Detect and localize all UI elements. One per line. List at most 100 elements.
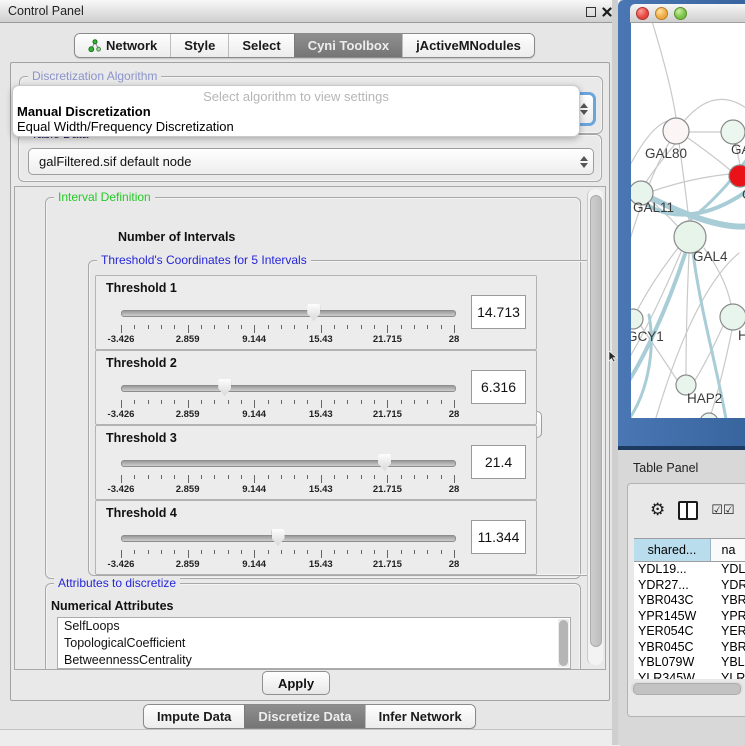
- svg-text:H: H: [738, 328, 745, 343]
- tab-impute-data[interactable]: Impute Data: [144, 705, 244, 728]
- threshold-slider[interactable]: -3.4262.8599.14415.4321.71528: [121, 454, 454, 488]
- svg-text:GA: GA: [731, 142, 745, 157]
- tab-label: Style: [184, 38, 215, 53]
- slider-handle-icon[interactable]: [272, 529, 285, 546]
- slider-ticks: [121, 475, 454, 483]
- threshold-label: Threshold 4: [106, 506, 177, 520]
- slider-track[interactable]: [121, 460, 456, 467]
- network-canvas[interactable]: GAL80GACGAL11GAL4GCY1HHAP2: [631, 23, 745, 418]
- combo-stepper-icon: [575, 156, 593, 168]
- gear-icon[interactable]: ⚙: [650, 500, 665, 520]
- table-data-select[interactable]: galFiltered.sif default node: [28, 148, 594, 175]
- float-window-button[interactable]: [584, 5, 597, 18]
- tab-network[interactable]: Network: [75, 34, 170, 57]
- slider-scale-labels: -3.4262.8599.14415.4321.71528: [121, 559, 454, 571]
- tab-jactivemnodules[interactable]: jActiveMNodules: [402, 34, 534, 57]
- threshold-value-field[interactable]: 21.4: [471, 445, 526, 479]
- control-panel: Control Panel Network Style Select Cyni Too…: [0, 0, 620, 745]
- column-header-name[interactable]: na: [711, 539, 745, 561]
- thresholds-group-title: Threshold's Coordinates for 5 Intervals: [97, 253, 311, 267]
- attribute-item[interactable]: TopologicalCoefficient: [58, 635, 570, 652]
- network-icon: [88, 39, 101, 52]
- table-row[interactable]: YLR345WYLR3: [634, 671, 745, 680]
- svg-text:GAL80: GAL80: [645, 146, 687, 161]
- table-toolbar: ⚙ ☑☑: [628, 484, 745, 536]
- table-row[interactable]: YBR045CYBR0: [634, 640, 745, 656]
- column-header-shared-name[interactable]: shared...: [634, 539, 711, 561]
- slider-track[interactable]: [121, 535, 456, 542]
- network-window-titlebar[interactable]: [630, 4, 745, 23]
- algorithm-option-manual[interactable]: Manual Discretization: [17, 104, 151, 119]
- node-table: shared... na YDL19...YDL1YDR27...YDR2YBR…: [634, 538, 745, 679]
- algorithm-placeholder-item[interactable]: Select algorithm to view settings: [13, 89, 579, 104]
- checkbox-checked-icon[interactable]: ☑: [723, 502, 735, 517]
- network-view-window: GAL80GACGAL11GAL4GCY1HHAP2: [618, 0, 745, 450]
- numerical-attributes-label: Numerical Attributes: [51, 599, 173, 613]
- numerical-attributes-list[interactable]: SelfLoopsTopologicalCoefficientBetweenne…: [57, 617, 571, 669]
- number-of-intervals-label: Number of Intervals: [118, 230, 235, 244]
- float-icon: [586, 7, 596, 17]
- settings-scrollbar[interactable]: [587, 189, 603, 665]
- tab-discretize-data[interactable]: Discretize Data: [244, 705, 364, 728]
- control-panel-title: Control Panel: [8, 4, 84, 18]
- attribute-items: SelfLoopsTopologicalCoefficientBetweenne…: [58, 618, 570, 669]
- table-header: shared... na: [634, 538, 745, 562]
- threshold-label: Threshold 1: [106, 281, 177, 295]
- slider-handle-icon[interactable]: [378, 454, 391, 471]
- threshold-row-1: Threshold 1 -3.4262.8599.14415.4321.71528…: [95, 275, 537, 350]
- table-row[interactable]: YPR145WYPR1: [634, 609, 745, 625]
- svg-text:HAP2: HAP2: [687, 391, 722, 406]
- table-hscrollbar[interactable]: [631, 682, 743, 694]
- checkbox-group: ☑☑: [711, 501, 734, 519]
- slider-ticks: [121, 400, 454, 408]
- tab-select[interactable]: Select: [228, 34, 293, 57]
- tab-cyni-toolbox[interactable]: Cyni Toolbox: [294, 34, 402, 57]
- slider-track[interactable]: [121, 385, 456, 392]
- tab-label: Network: [106, 38, 157, 53]
- threshold-value-field[interactable]: 14.713: [471, 295, 526, 329]
- interval-definition-group: Interval Definition Number of Intervals …: [45, 197, 581, 579]
- thresholds-group: Threshold's Coordinates for 5 Intervals …: [88, 260, 598, 576]
- table-panel: ⚙ ☑☑ shared... na YDL19...YDL1YDR27...YD…: [627, 483, 745, 717]
- tab-label: Infer Network: [379, 709, 462, 724]
- table-row[interactable]: YBR043CYBR0: [634, 593, 745, 609]
- zoom-traffic-light-icon[interactable]: [674, 7, 687, 20]
- threshold-slider[interactable]: -3.4262.8599.14415.4321.71528: [121, 379, 454, 413]
- threshold-value-field[interactable]: 11.344: [471, 520, 526, 554]
- scrollbar-thumb[interactable]: [559, 620, 568, 666]
- attribute-item[interactable]: BetweennessCentrality: [58, 652, 570, 669]
- minimize-traffic-light-icon[interactable]: [655, 7, 668, 20]
- scrollbar-thumb[interactable]: [633, 683, 741, 695]
- algorithm-option-equal-width[interactable]: Equal Width/Frequency Discretization: [17, 119, 234, 134]
- slider-handle-icon[interactable]: [218, 379, 231, 396]
- threshold-label: Threshold 3: [106, 431, 177, 445]
- attribute-item[interactable]: SelfLoops: [58, 618, 570, 635]
- close-icon: [602, 7, 612, 17]
- threshold-value-field[interactable]: 6.316: [471, 370, 526, 404]
- tab-infer-network[interactable]: Infer Network: [365, 705, 475, 728]
- slider-handle-icon[interactable]: [307, 304, 320, 321]
- algorithm-dropdown-popup: Select algorithm to view settings Manual…: [12, 85, 580, 137]
- attributes-group-title: Attributes to discretize: [54, 576, 180, 590]
- tab-label: jActiveMNodules: [416, 38, 521, 53]
- threshold-row-2: Threshold 2-3.4262.8599.14415.4321.71528…: [95, 350, 537, 425]
- apply-button[interactable]: Apply: [262, 671, 330, 695]
- scrollbar-thumb[interactable]: [590, 195, 602, 647]
- columns-icon[interactable]: [678, 501, 698, 520]
- close-traffic-light-icon[interactable]: [636, 7, 649, 20]
- tab-label: Impute Data: [157, 709, 231, 724]
- checkbox-checked-icon[interactable]: ☑: [711, 502, 723, 517]
- slider-ticks: [121, 325, 454, 333]
- tab-style[interactable]: Style: [170, 34, 228, 57]
- table-row[interactable]: YER054CYER0: [634, 624, 745, 640]
- table-row[interactable]: YDL19...YDL1: [634, 562, 745, 578]
- table-panel-title: Table Panel: [633, 461, 698, 475]
- table-row[interactable]: YDR27...YDR2: [634, 578, 745, 594]
- threshold-slider[interactable]: -3.4262.8599.14415.4321.71528: [121, 529, 454, 563]
- control-panel-titlebar: Control Panel: [0, 0, 620, 23]
- attributes-scrollbar[interactable]: [558, 619, 569, 667]
- slider-track[interactable]: [121, 310, 456, 317]
- tab-label: Select: [242, 38, 280, 53]
- table-row[interactable]: YBL079WYBL0: [634, 655, 745, 671]
- threshold-slider[interactable]: -3.4262.8599.14415.4321.71528: [121, 304, 454, 338]
